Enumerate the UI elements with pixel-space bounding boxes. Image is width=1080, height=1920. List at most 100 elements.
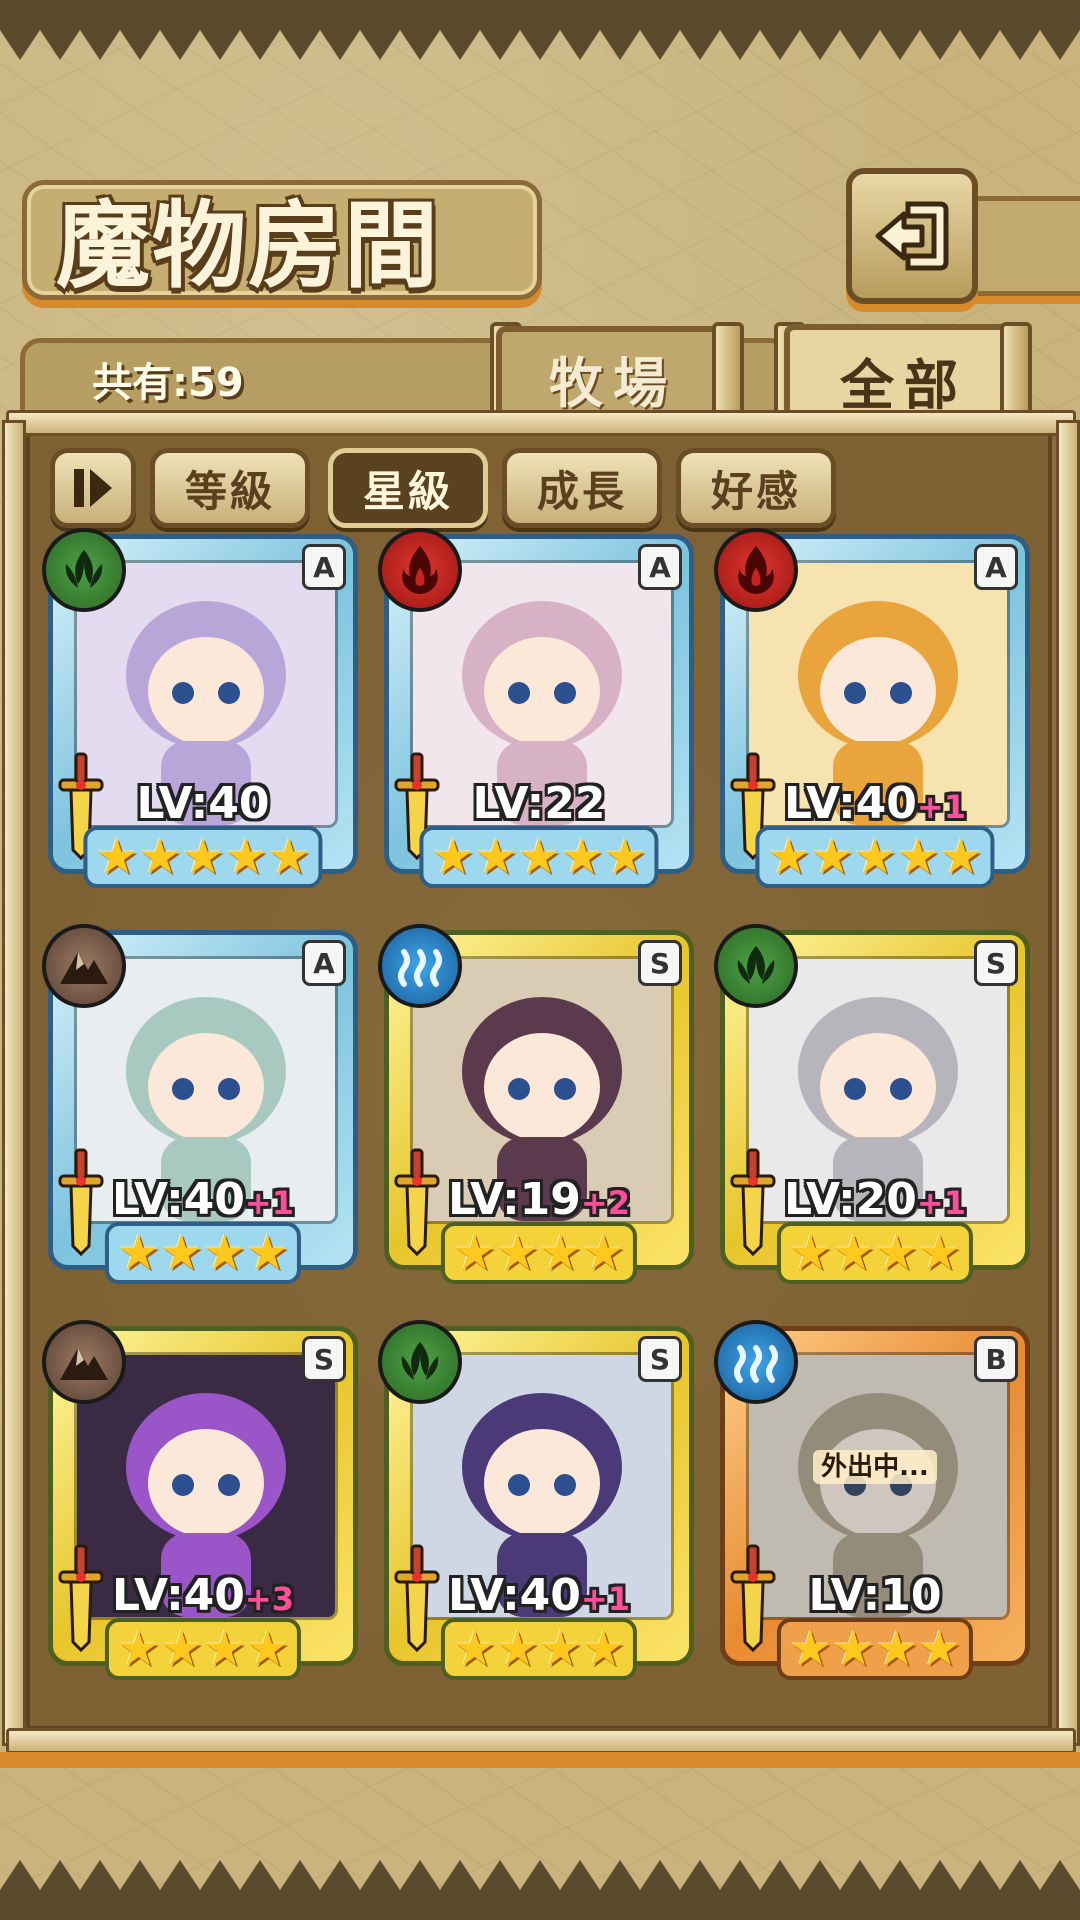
level-text: LV:40 — [112, 1174, 245, 1225]
rank-badge: A — [302, 544, 346, 590]
earth-element-icon — [42, 1320, 126, 1404]
water-element-icon — [378, 924, 462, 1008]
star-icon: ★ — [246, 1225, 290, 1281]
star-rating: ★ ★ ★ ★ — [104, 1222, 302, 1284]
panel-bottom-edge — [0, 1752, 1080, 1768]
level-label: LV:40+1 — [384, 1570, 694, 1621]
fire-element-icon — [378, 528, 462, 612]
monster-card[interactable]: S LV:19+2 ★ ★ ★ ★ — [378, 924, 694, 1302]
bottom-zigzag-border — [0, 1860, 1080, 1920]
sort-growth-button[interactable]: 成長 — [502, 448, 662, 528]
star-rating: ★ ★ ★ ★ — [776, 1618, 974, 1680]
earth-element-icon — [42, 924, 126, 1008]
star-icon: ★ — [560, 829, 604, 885]
star-icon: ★ — [831, 1225, 875, 1281]
level-text: LV:19 — [448, 1174, 581, 1225]
panel-rail-left — [2, 420, 26, 1746]
level-label: LV:20+1 — [720, 1174, 1030, 1225]
monster-card[interactable]: S LV:20+1 ★ ★ ★ ★ — [714, 924, 1030, 1302]
star-icon: ★ — [918, 1225, 962, 1281]
level-bonus: +1 — [244, 1184, 294, 1222]
level-label: LV:40 — [48, 778, 358, 829]
panel-rail-right — [1056, 420, 1080, 1746]
star-rating: ★ ★ ★ ★ ★ — [755, 826, 995, 888]
top-zigzag-border — [0, 0, 1080, 60]
sort-order-toggle[interactable] — [50, 448, 136, 528]
star-icon: ★ — [203, 1225, 247, 1281]
panel-rail-bottom — [6, 1728, 1076, 1754]
monster-card[interactable]: S LV:40+3 ★ ★ ★ ★ — [42, 1320, 358, 1698]
monster-card[interactable]: A LV:22 ★ ★ ★ ★ ★ — [378, 528, 694, 906]
away-status: 外出中... — [720, 1446, 1030, 1484]
star-icon: ★ — [539, 1225, 583, 1281]
level-text: LV:20 — [784, 1174, 917, 1225]
star-icon: ★ — [95, 829, 139, 885]
return-arrow-icon — [875, 201, 949, 271]
monster-card[interactable]: A LV:40+1 ★ ★ ★ ★ ★ — [714, 528, 1030, 906]
page-title: 魔物房間 — [56, 191, 441, 301]
monster-card[interactable]: B 外出中... LV:10 ★ ★ ★ ★ — [714, 1320, 1030, 1698]
rank-badge: S — [302, 1336, 346, 1382]
monster-card[interactable]: S LV:40+1 ★ ★ ★ ★ — [378, 1320, 694, 1698]
star-icon: ★ — [939, 829, 983, 885]
level-bonus: +2 — [580, 1184, 630, 1222]
sort-star-button[interactable]: 星級 — [328, 448, 488, 528]
rank-badge: B — [974, 1336, 1018, 1382]
water-element-icon — [714, 1320, 798, 1404]
star-icon: ★ — [539, 1621, 583, 1677]
sort-order-icon — [74, 469, 112, 507]
rank-badge: A — [302, 940, 346, 986]
level-text: LV:40 — [448, 1570, 581, 1621]
star-rating: ★ ★ ★ ★ — [440, 1222, 638, 1284]
level-bonus: +3 — [244, 1580, 294, 1618]
star-icon: ★ — [767, 829, 811, 885]
star-rating: ★ ★ ★ ★ ★ — [419, 826, 659, 888]
star-icon: ★ — [603, 829, 647, 885]
level-text: LV:40 — [136, 778, 270, 829]
star-icon: ★ — [853, 829, 897, 885]
star-rating: ★ ★ ★ ★ — [440, 1618, 638, 1680]
star-icon: ★ — [159, 1621, 203, 1677]
grass-element-icon — [378, 1320, 462, 1404]
rank-badge: S — [638, 940, 682, 986]
star-icon: ★ — [452, 1621, 496, 1677]
level-label: LV:40+1 — [48, 1174, 358, 1225]
star-icon: ★ — [517, 829, 561, 885]
grass-element-icon — [714, 924, 798, 1008]
star-icon: ★ — [918, 1621, 962, 1677]
star-icon: ★ — [224, 829, 268, 885]
level-bonus: +1 — [916, 1184, 966, 1222]
star-icon: ★ — [138, 829, 182, 885]
rank-badge: S — [638, 1336, 682, 1382]
sort-affection-button[interactable]: 好感 — [676, 448, 836, 528]
sort-level-button[interactable]: 等級 — [150, 448, 310, 528]
level-label: LV:22 — [384, 778, 694, 829]
star-icon: ★ — [474, 829, 518, 885]
star-icon: ★ — [267, 829, 311, 885]
level-bonus: +1 — [580, 1580, 630, 1618]
back-button[interactable] — [846, 168, 978, 304]
star-icon: ★ — [159, 1225, 203, 1281]
level-text: LV:40 — [784, 778, 917, 829]
level-text: LV:22 — [472, 778, 606, 829]
level-label: LV:40+1 — [720, 778, 1030, 829]
star-icon: ★ — [582, 1225, 626, 1281]
level-label: LV:40+3 — [48, 1570, 358, 1621]
level-text: LV:40 — [112, 1570, 245, 1621]
star-icon: ★ — [431, 829, 475, 885]
star-rating: ★ ★ ★ ★ — [104, 1618, 302, 1680]
star-icon: ★ — [788, 1225, 832, 1281]
fire-element-icon — [714, 528, 798, 612]
star-icon: ★ — [452, 1225, 496, 1281]
star-icon: ★ — [116, 1225, 160, 1281]
monster-card[interactable]: A LV:40+1 ★ ★ ★ ★ — [42, 924, 358, 1302]
star-rating: ★ ★ ★ ★ ★ — [83, 826, 323, 888]
star-icon: ★ — [495, 1225, 539, 1281]
level-text: LV:10 — [808, 1570, 942, 1621]
level-bonus: +1 — [916, 788, 966, 826]
star-icon: ★ — [875, 1621, 919, 1677]
star-rating: ★ ★ ★ ★ — [776, 1222, 974, 1284]
rank-badge: A — [974, 544, 1018, 590]
monster-card[interactable]: A LV:40 ★ ★ ★ ★ ★ — [42, 528, 358, 906]
star-icon: ★ — [831, 1621, 875, 1677]
